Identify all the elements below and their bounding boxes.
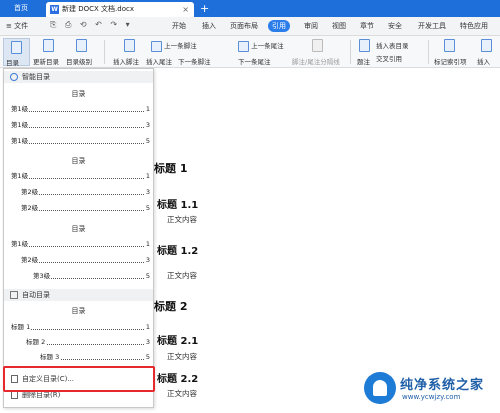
prev-footnote-icon: [151, 40, 162, 52]
prev-endnote-icon: [238, 40, 249, 52]
toc-button[interactable]: 目录: [3, 38, 30, 67]
toc-preview-line: 第1级 3: [11, 121, 150, 130]
tab-review[interactable]: 审阅: [300, 20, 322, 32]
title-bar: 首页 W 新建 DOCX 文档.docx × +: [0, 0, 500, 17]
mark-index-entry-button[interactable]: 标记索引项: [434, 56, 467, 66]
smart-toc-label: 智能目录: [22, 73, 50, 81]
doc-heading-1: 标题 1: [154, 162, 188, 175]
tab-insert[interactable]: 插入: [198, 20, 220, 32]
toc-preview-line: 第1级 1: [11, 172, 150, 181]
footnote-separator-button[interactable]: 脚注/尾注分隔线: [292, 56, 340, 66]
doc-heading-2: 标题 2.1: [157, 336, 199, 347]
doc-heading-2: 标题 1.1: [157, 200, 199, 211]
tab-developer[interactable]: 开发工具: [414, 20, 450, 32]
menu-bar: ≡ 文件 ⎘ ⎙ ⟲ ↶ ↷ ▾ 开始 插入 页面布局 引用 审阅 视图 章节 …: [0, 17, 500, 36]
toc-preview-line: 第2级 5: [21, 204, 150, 213]
toc-preview-heading: 目录: [71, 225, 86, 233]
toc-preview-heading: 目录: [71, 307, 86, 315]
prev-endnote-label: 上一条尾注: [251, 42, 284, 50]
smart-toc-icon: [10, 73, 18, 81]
home-tab[interactable]: 首页: [0, 0, 42, 17]
watermark-site-name: 纯净系统之家: [400, 378, 485, 393]
insert-endnote-button[interactable]: 插入尾注: [146, 56, 172, 66]
footnote-separator-icon: [312, 39, 323, 52]
insert-index-icon: [481, 39, 492, 52]
prev-endnote-button[interactable]: 上一条尾注: [238, 40, 284, 52]
insert-footnote-icon: [124, 39, 135, 52]
toc-preview-line: 第3级 5: [33, 272, 150, 281]
insert-index-button[interactable]: 插入: [477, 56, 490, 66]
document-tab-title: 新建 DOCX 文档.docx: [62, 5, 134, 13]
tab-home[interactable]: 开始: [168, 20, 190, 32]
caption-icon: [359, 39, 370, 52]
caption-button[interactable]: 题注: [357, 56, 370, 66]
toc-preview-line: 标题 11: [11, 323, 150, 332]
doc-body-text: 正文内容: [167, 352, 197, 361]
new-tab-button[interactable]: +: [200, 0, 209, 17]
doc-body-text: 正文内容: [167, 215, 197, 224]
toc-preview-heading: 目录: [71, 90, 86, 98]
file-menu[interactable]: ≡ 文件: [6, 21, 28, 31]
insert-footnote-button[interactable]: 插入脚注: [113, 56, 139, 66]
toc-preview-heading: 目录: [71, 157, 86, 165]
auto-toc-section-header: 自动目录: [4, 289, 153, 301]
auto-toc-label: 自动目录: [22, 291, 50, 299]
tab-chapter[interactable]: 章节: [356, 20, 378, 32]
toc-level-icon: [76, 39, 87, 52]
watermark-url: www.ycwjzy.com: [402, 393, 461, 401]
doc-body-text: 正文内容: [167, 389, 197, 398]
toc-level-button[interactable]: 目录级别: [66, 56, 92, 66]
document-page[interactable]: 标题 1 标题 1.1 正文内容 标题 1.2 正文内容 标题 2 标题 2.1…: [154, 68, 500, 413]
cross-reference-button[interactable]: 交叉引用: [376, 53, 402, 63]
ribbon-separator: [104, 40, 105, 64]
doc-heading-2: 标题 1.2: [157, 246, 199, 257]
auto-toc-icon: [10, 291, 18, 299]
annotation-highlight-box: [3, 366, 155, 392]
word-doc-icon: W: [50, 5, 59, 14]
tab-page-layout[interactable]: 页面布局: [226, 20, 262, 32]
toc-preview-line: 第1级 1: [11, 240, 150, 249]
mark-index-icon: [444, 39, 455, 52]
doc-heading-2: 标题 2.2: [157, 374, 199, 385]
next-endnote-button[interactable]: 下一条尾注: [238, 56, 271, 66]
tab-view[interactable]: 视图: [328, 20, 350, 32]
toc-preview-line: 第2级 3: [21, 188, 150, 197]
update-toc-icon: [43, 39, 54, 52]
toc-preview-line: 第1级 1: [11, 105, 150, 114]
toc-preview-line: 标题 23: [26, 338, 150, 347]
tab-features[interactable]: 特色应用: [456, 20, 492, 32]
ribbon: 目录 更新目录 目录级别 插入脚注 上一条脚注 插入尾注 下一条脚注 上一条尾注…: [0, 36, 500, 68]
toc-dropdown-menu: 智能目录 目录 第1级 1 第1级 3 第1级 5 目录 第1级 1 第2级 3 第2级 5…: [3, 68, 154, 408]
toc-preview-line: 第2级 3: [21, 256, 150, 265]
doc-heading-1: 标题 2: [154, 300, 188, 313]
prev-footnote-label: 上一条脚注: [164, 42, 197, 50]
toc-preview-line: 第1级 5: [11, 137, 150, 146]
tab-security[interactable]: 安全: [384, 20, 406, 32]
close-tab-icon[interactable]: ×: [182, 2, 189, 17]
quick-access-icons[interactable]: ⎘ ⎙ ⟲ ↶ ↷ ▾: [50, 20, 133, 30]
smart-toc-section-header: 智能目录: [4, 71, 153, 83]
prev-footnote-button[interactable]: 上一条脚注: [151, 40, 197, 52]
toc-preview-line: 标题 35: [40, 353, 150, 362]
toc-icon: [11, 41, 22, 54]
toc-label: 目录: [6, 59, 19, 67]
delete-toc-icon: [11, 391, 18, 399]
watermark-logo-icon: [364, 372, 396, 404]
next-footnote-button[interactable]: 下一条脚注: [178, 56, 211, 66]
doc-body-text: 正文内容: [167, 271, 197, 280]
ribbon-separator: [350, 40, 351, 64]
tab-references[interactable]: 引用: [268, 20, 290, 32]
insert-table-of-figures-button[interactable]: 插入表目录: [376, 40, 409, 50]
site-watermark: 纯净系统之家 www.ycwjzy.com: [362, 368, 498, 408]
update-toc-button[interactable]: 更新目录: [33, 56, 59, 66]
ribbon-separator: [428, 40, 429, 64]
document-tab[interactable]: W 新建 DOCX 文档.docx ×: [46, 2, 194, 17]
